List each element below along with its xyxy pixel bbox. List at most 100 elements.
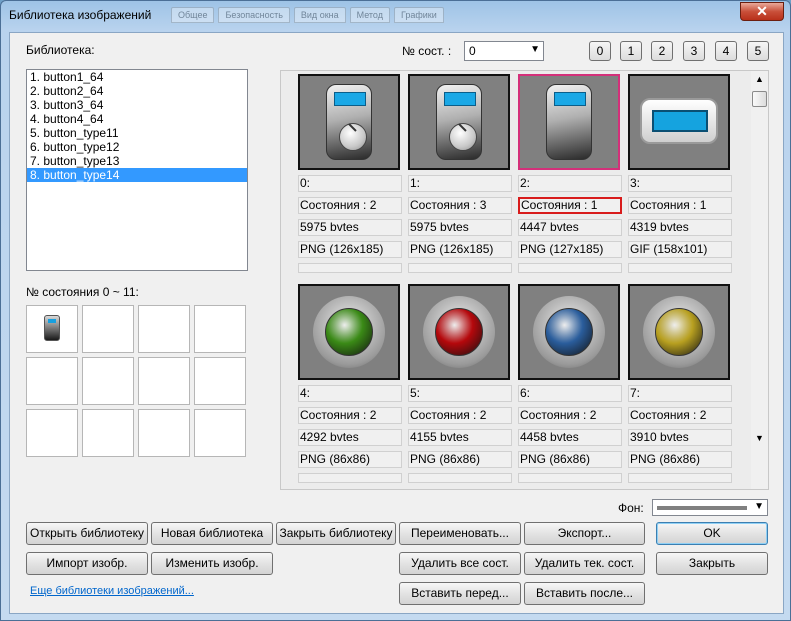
state-button-0[interactable]: 0 bbox=[589, 41, 611, 61]
export-button[interactable]: Экспорт... bbox=[524, 522, 645, 545]
device-screen bbox=[554, 92, 586, 106]
list-item[interactable]: 5. button_type11 bbox=[27, 126, 247, 140]
insert-after-button[interactable]: Вставить после... bbox=[524, 582, 645, 605]
background-color-swatch bbox=[657, 506, 747, 510]
image-thumbnail[interactable] bbox=[628, 284, 730, 380]
image-thumbnail-selected[interactable] bbox=[518, 74, 620, 170]
round-button-image bbox=[313, 296, 385, 368]
tile-index: 6: bbox=[518, 385, 622, 402]
state-cell[interactable] bbox=[26, 357, 78, 405]
background-tabs: Общее Безопасность Вид окна Метод График… bbox=[171, 7, 444, 23]
state-button-3[interactable]: 3 bbox=[683, 41, 705, 61]
state-number-value: 0 bbox=[469, 44, 476, 58]
new-library-button[interactable]: Новая библиотека bbox=[151, 522, 273, 545]
tile-file-size: 3910 bvtes bbox=[628, 429, 732, 446]
round-button-image bbox=[643, 296, 715, 368]
state-cell[interactable] bbox=[26, 409, 78, 457]
background-label: Фон: bbox=[618, 501, 644, 515]
open-library-button[interactable]: Открыть библиотеку bbox=[26, 522, 148, 545]
chevron-down-icon: ▼ bbox=[530, 44, 540, 55]
round-button-core bbox=[655, 308, 703, 356]
tile-format: PNG (86x86) bbox=[408, 451, 512, 468]
rename-button[interactable]: Переименовать... bbox=[399, 522, 521, 545]
list-item[interactable]: 4. button4_64 bbox=[27, 112, 247, 126]
tile-format: PNG (126x185) bbox=[408, 241, 512, 258]
tile-index: 2: bbox=[518, 175, 622, 192]
tile-format: PNG (126x185) bbox=[298, 241, 402, 258]
state-button-4[interactable]: 4 bbox=[715, 41, 737, 61]
gallery-scrollbar[interactable]: ▲ ▼ bbox=[751, 71, 768, 489]
window-title: Библиотека изображений bbox=[9, 8, 152, 22]
scroll-down-icon[interactable]: ▼ bbox=[755, 433, 764, 443]
tile-format: PNG (86x86) bbox=[628, 451, 732, 468]
scrollbar-thumb[interactable] bbox=[752, 91, 767, 107]
ghost-tab: Метод bbox=[349, 7, 390, 23]
state-button-5[interactable]: 5 bbox=[747, 41, 769, 61]
tile-file-size: 4319 bvtes bbox=[628, 219, 732, 236]
list-item[interactable]: 1. button1_64 bbox=[27, 70, 247, 84]
tile-file-size: 4447 bvtes bbox=[518, 219, 622, 236]
tile-index: 3: bbox=[628, 175, 732, 192]
tile-index: 4: bbox=[298, 385, 402, 402]
round-button-core bbox=[545, 308, 593, 356]
close-library-button[interactable]: Закрыть библиотеку bbox=[276, 522, 396, 545]
tile-states-count: Состояния : 2 bbox=[298, 197, 402, 214]
edit-image-button[interactable]: Изменить изобр. bbox=[151, 552, 273, 575]
close-window-button[interactable]: ✕ bbox=[740, 2, 784, 21]
state-cell[interactable] bbox=[138, 357, 190, 405]
insert-before-button[interactable]: Вставить перед... bbox=[399, 582, 521, 605]
state-cell[interactable] bbox=[194, 305, 246, 353]
image-thumbnail[interactable] bbox=[628, 74, 730, 170]
tile-empty-field bbox=[408, 263, 512, 273]
ghost-tab: Графики bbox=[394, 7, 444, 23]
tile-index: 7: bbox=[628, 385, 732, 402]
scroll-up-icon[interactable]: ▲ bbox=[755, 74, 764, 84]
device-button-image bbox=[546, 84, 592, 160]
ghost-tab: Общее bbox=[171, 7, 215, 23]
list-item[interactable]: 6. button_type12 bbox=[27, 140, 247, 154]
device-screen bbox=[444, 92, 476, 106]
image-gallery[interactable]: 7: Состояния : 2 3910 bvtes PNG (86x86) 6: Со… bbox=[280, 70, 769, 490]
device-button-image bbox=[326, 84, 372, 160]
state-cell[interactable] bbox=[82, 305, 134, 353]
state-cell[interactable] bbox=[138, 305, 190, 353]
panel-button-image bbox=[640, 98, 718, 144]
list-item[interactable]: 7. button_type13 bbox=[27, 154, 247, 168]
state-cell[interactable] bbox=[194, 357, 246, 405]
image-thumbnail[interactable] bbox=[408, 74, 510, 170]
tile-empty-field bbox=[518, 473, 622, 483]
import-image-button[interactable]: Импорт изобр. bbox=[26, 552, 148, 575]
state-cell[interactable] bbox=[26, 305, 78, 353]
state-button-2[interactable]: 2 bbox=[651, 41, 673, 61]
tile-empty-field bbox=[518, 263, 622, 273]
ghost-tab: Безопасность bbox=[218, 7, 290, 23]
state-cell[interactable] bbox=[138, 409, 190, 457]
tile-empty-field bbox=[628, 263, 732, 273]
ok-button[interactable]: OK bbox=[656, 522, 768, 545]
more-libraries-link[interactable]: Еще библиотеки изображений... bbox=[30, 585, 194, 597]
state-cell[interactable] bbox=[82, 409, 134, 457]
state-button-1[interactable]: 1 bbox=[620, 41, 642, 61]
image-thumbnail[interactable] bbox=[298, 74, 400, 170]
delete-current-state-button[interactable]: Удалить тек. сост. bbox=[524, 552, 645, 575]
tile-format: PNG (86x86) bbox=[518, 451, 622, 468]
tile-format: PNG (127x185) bbox=[518, 241, 622, 258]
tile-format: GIF (158x101) bbox=[628, 241, 732, 258]
background-color-select[interactable]: ▼ bbox=[652, 499, 768, 516]
library-list[interactable]: 1. button1_64 2. button2_64 3. button3_6… bbox=[26, 69, 248, 271]
tile-file-size: 5975 bvtes bbox=[298, 219, 402, 236]
tile-empty-field bbox=[628, 473, 732, 483]
tile-states-count: Состояния : 1 bbox=[628, 197, 732, 214]
state-cell[interactable] bbox=[194, 409, 246, 457]
state-number-select[interactable]: 0 ▼ bbox=[464, 41, 544, 61]
close-button[interactable]: Закрыть bbox=[656, 552, 768, 575]
list-item[interactable]: 3. button3_64 bbox=[27, 98, 247, 112]
image-thumbnail[interactable] bbox=[518, 284, 620, 380]
delete-all-states-button[interactable]: Удалить все сост. bbox=[399, 552, 521, 575]
knob-icon bbox=[449, 123, 477, 151]
list-item-selected[interactable]: 8. button_type14 bbox=[27, 168, 247, 182]
state-cell[interactable] bbox=[82, 357, 134, 405]
list-item[interactable]: 2. button2_64 bbox=[27, 84, 247, 98]
image-thumbnail[interactable] bbox=[298, 284, 400, 380]
image-thumbnail[interactable] bbox=[408, 284, 510, 380]
